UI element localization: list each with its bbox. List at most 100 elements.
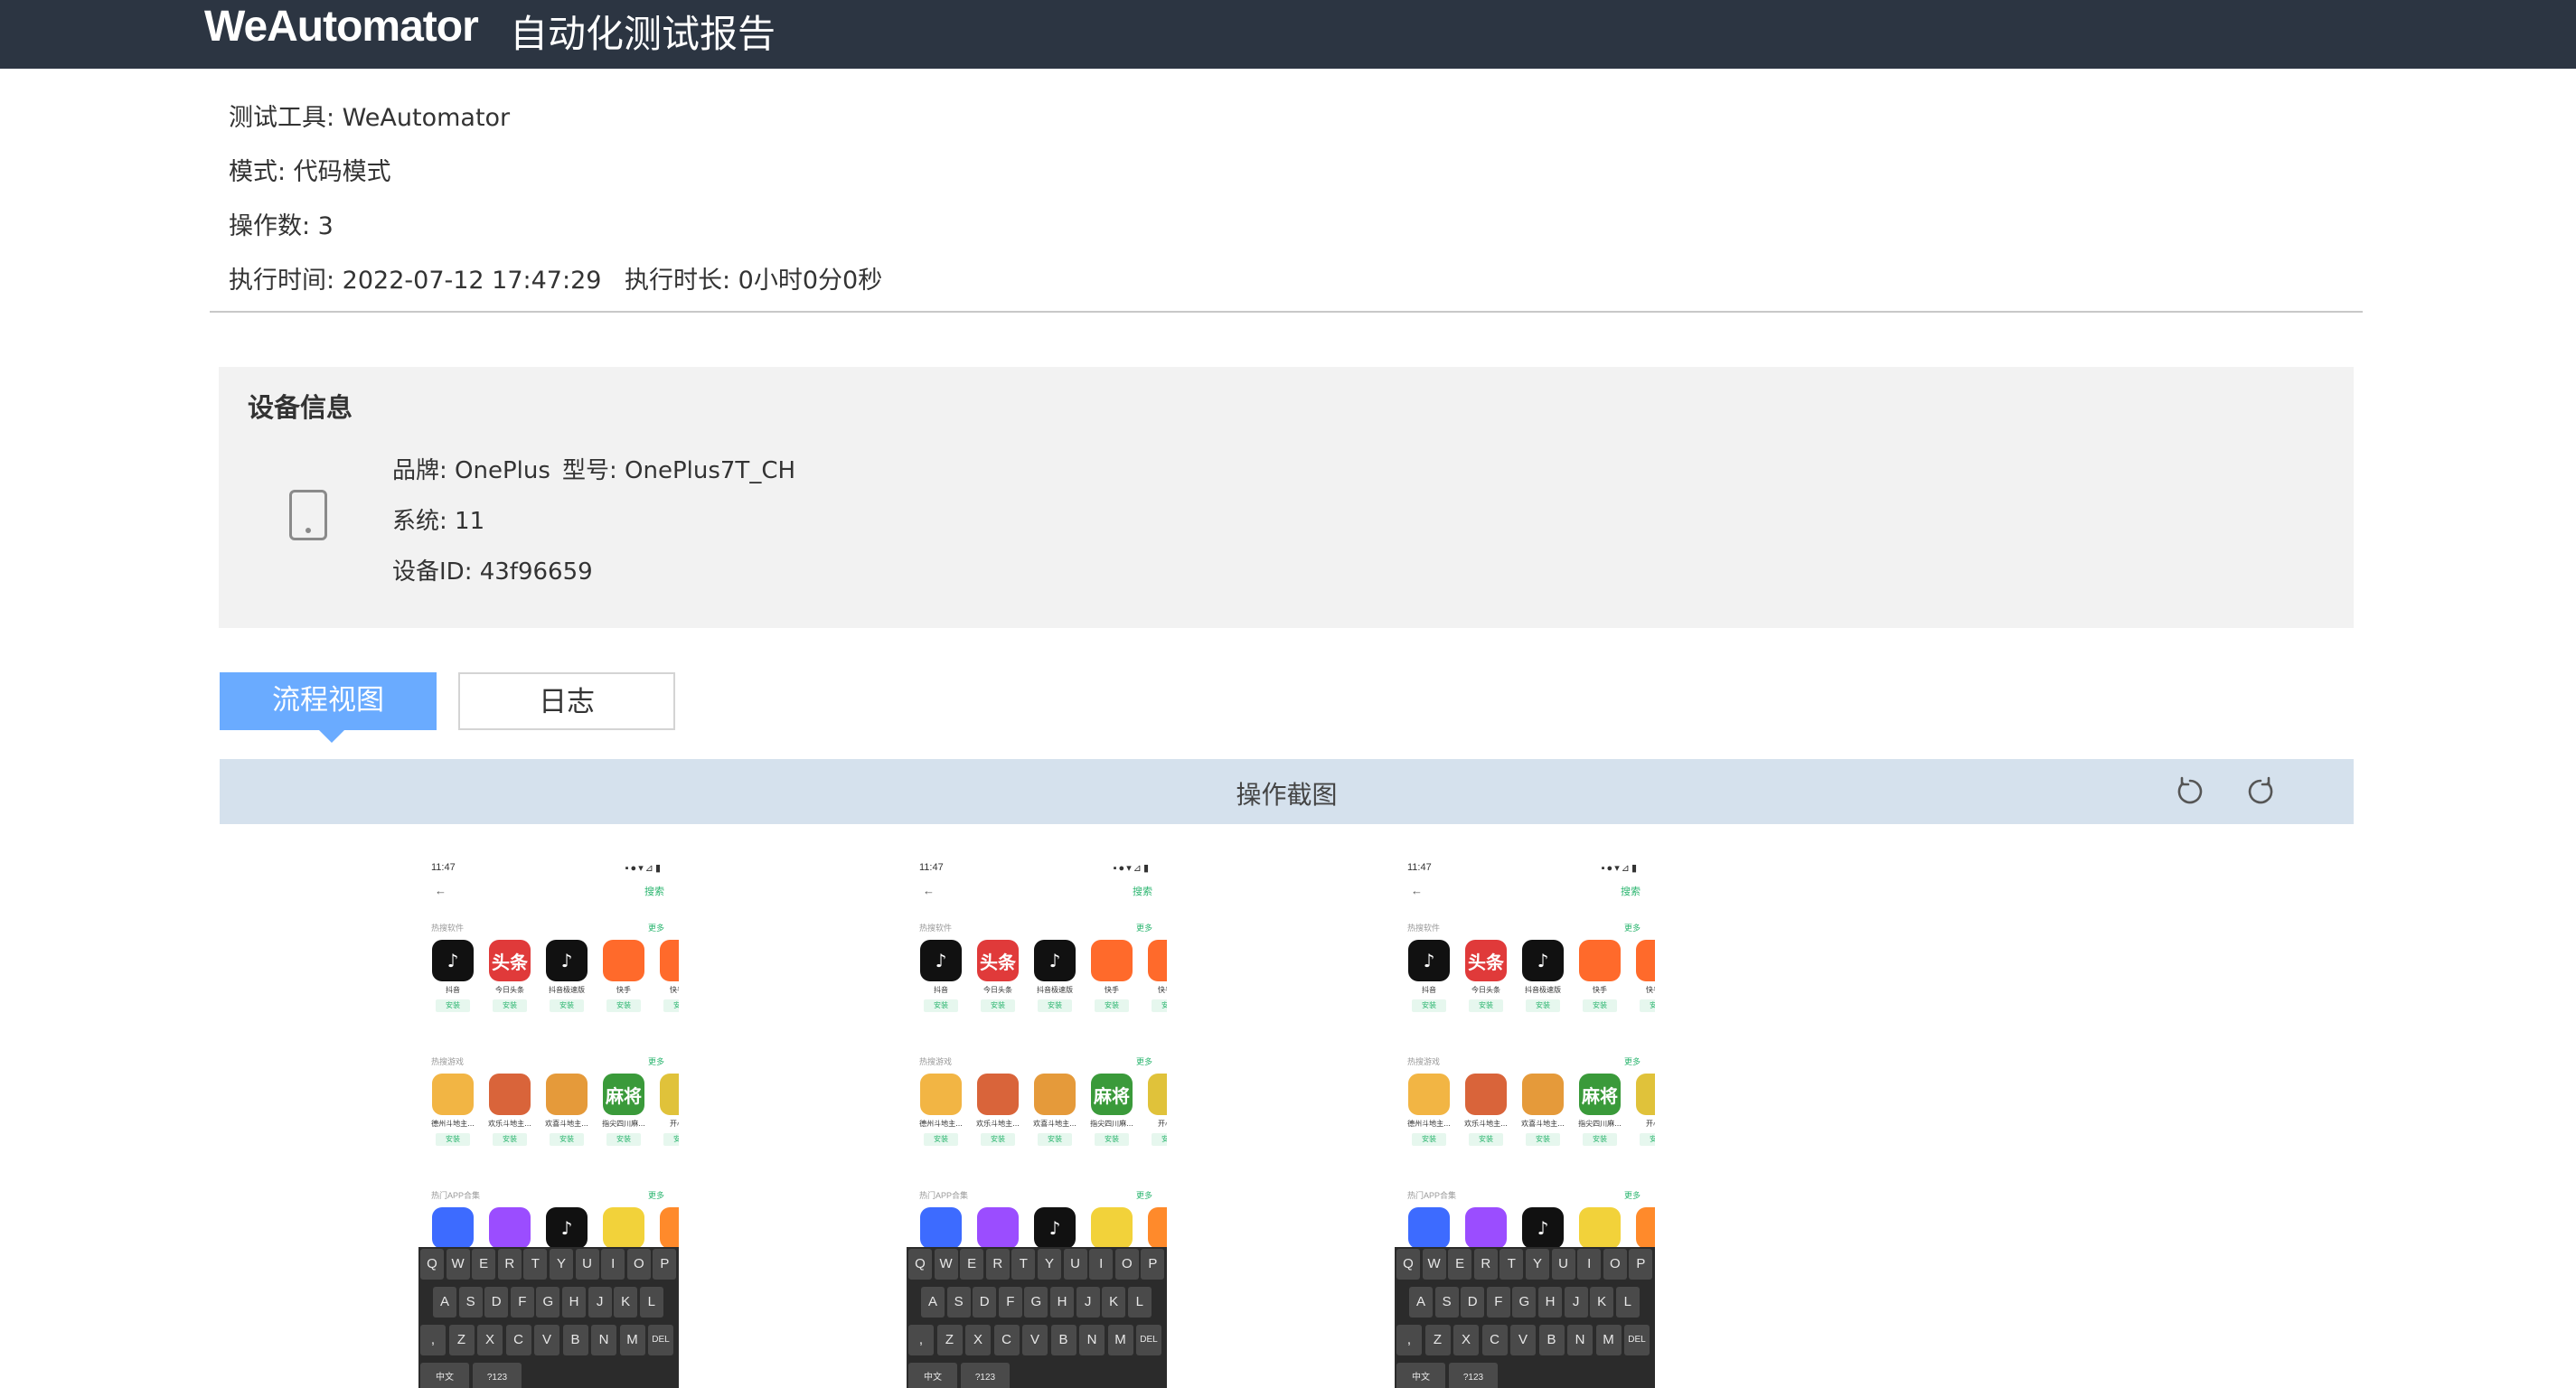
keyboard-row: , Z X C V B N M DEL [907,1323,1167,1359]
phone-more-link: 更多 [1135,1057,1152,1066]
phone-install-button: 安装 [1038,999,1072,1012]
phone-install-button: 安装 [924,1133,958,1146]
phone-app-item: 头条 今日头条 安装 [1462,940,1509,1012]
game-icon [1636,1074,1655,1115]
keyboard-key: E [1448,1249,1472,1280]
app-icon [1579,1207,1621,1249]
app-icon: ♪ [1522,940,1564,981]
phone-section-title: 热搜软件 更多 [1407,924,1641,933]
game-icon: 麻将 [603,1074,644,1115]
brand-title: WeAutomator [204,3,479,51]
keyboard-key: V [1022,1325,1048,1355]
tab-flow-view[interactable]: 流程视图 [220,672,437,743]
phone-more-link: 更多 [1135,1191,1152,1200]
game-icon [920,1074,962,1115]
phone-hot-item [917,1207,964,1249]
rotate-left-icon[interactable] [2174,775,2206,808]
phone-install-button: 安装 [606,1133,641,1146]
keyboard-key: N [1567,1325,1593,1355]
keyboard-key: I [1089,1249,1114,1280]
phone-install-button: 安装 [1038,1133,1072,1146]
phone-install-button: 安装 [1583,999,1617,1012]
back-arrow-icon: ← [1411,884,1423,897]
keyboard-key: Y [550,1249,573,1280]
phone-screenshot[interactable]: 11:47 ▪●▾⊿▮ ← 搜索 热搜软件 更多 热搜游戏 更多 热门APP合集 更多 ♪ 抖音 安装头… [1395,857,1655,1388]
mahjong-icon-text: 麻将 [1582,1084,1618,1107]
phone-section-title: 热门APP合集 更多 [1407,1191,1641,1200]
keyboard-key: C [993,1325,1020,1355]
duration-text: 执行时长: 0小时0分0秒 [625,267,883,295]
keyboard-key: G [1512,1287,1537,1318]
game-icon [489,1074,531,1115]
phone-hot-item [1462,1207,1509,1249]
rotate-right-icon[interactable] [2244,775,2277,808]
keyboard-key: I [601,1249,625,1280]
keyboard-key: W [446,1249,470,1280]
phone-app-item: ♪ 抖音 安装 [917,940,964,1012]
phone-install-button: 安装 [550,1133,584,1146]
phone-app-item: ♪ 抖音 安装 [1406,940,1453,1012]
phone-game-item: 德州斗地主... 安装 [1406,1074,1453,1146]
phone-search-action: 搜索 [1621,886,1641,897]
keyboard-key: S [1434,1287,1459,1318]
phone-hot-item [657,1207,679,1249]
phone-app-item: 快手 安装 [1576,940,1623,1012]
phone-app-item: 头条 今日头条 安装 [486,940,533,1012]
keyboard-key: L [639,1287,663,1318]
keyboard-key: A [1409,1287,1433,1318]
keyboard-key: G [1024,1287,1048,1318]
phone-install-button: 安装 [436,1133,470,1146]
phone-game-item: 欢乐斗地主... 安装 [974,1074,1021,1146]
device-info-title: 设备信息 [248,392,353,423]
phone-hot-item [600,1207,647,1249]
keyboard-key: D [484,1287,509,1318]
tablet-icon [289,490,327,540]
keyboard-key: T [523,1249,548,1280]
tab-log[interactable]: 日志 [458,672,675,730]
keyboard-row: QWERTYUIOP [907,1247,1167,1283]
keyboard-key: F [998,1287,1022,1318]
phone-hot-item [1088,1207,1135,1249]
phone-install-button: 安装 [1640,999,1655,1012]
phone-game-item: 欢乐斗地主... 安装 [486,1074,533,1146]
phone-section-title: 热搜软件 更多 [919,924,1152,933]
app-icon: ♪ [1034,940,1076,981]
keyboard-key: U [1063,1249,1087,1280]
phone-screenshot[interactable]: 11:47 ▪●▾⊿▮ ← 搜索 热搜软件 更多 热搜游戏 更多 热门APP合集 更多 ♪ 抖音 安装头… [907,857,1167,1388]
keyboard-key: T [1011,1249,1036,1280]
phone-app-item: ♪ 抖音极速版 安装 [1519,940,1566,1012]
keyboard-key: M [619,1325,645,1355]
keyboard-key: X [1453,1325,1479,1355]
exec-time-text: 执行时间: 2022-07-12 17:47:29 [229,267,602,295]
device-id: 设备ID: 43f96659 [392,558,593,586]
keyboard-key: ?123 [1449,1363,1498,1388]
phone-more-link: 更多 [647,924,664,933]
game-icon [1408,1074,1450,1115]
keyboard-row: ASDFGHJKL [418,1285,679,1321]
keyboard-key: , [420,1325,446,1355]
keyboard-key: O [1603,1249,1627,1280]
keyboard-key: R [1473,1249,1498,1280]
phone-install-button: 安装 [1152,1133,1167,1146]
toutiao-icon-text: 头条 [980,951,1016,973]
phone-more-link: 更多 [647,1191,664,1200]
phone-install-button: 安装 [436,999,470,1012]
app-icon [432,1207,474,1249]
keyboard-key: S [946,1287,971,1318]
phone-install-button: 安装 [1640,1133,1655,1146]
keyboard-key: X [965,1325,991,1355]
app-icon: ♪ [920,940,962,981]
game-icon [660,1074,679,1115]
phone-game-item: 欢喜斗地主... 安装 [543,1074,590,1146]
phone-screenshot[interactable]: 11:47 ▪●▾⊿▮ ← 搜索 热搜软件 更多 热搜游戏 更多 热门APP合集 更多 ♪ 抖音 安装头… [418,857,679,1388]
keyboard-row: 中文 ?123 [907,1361,1167,1388]
phone-install-button: 安装 [981,999,1015,1012]
keyboard-key: Q [908,1249,932,1280]
status-icons: ▪●▾⊿▮ [1601,863,1639,874]
keyboard-key: Z [448,1325,475,1355]
screenshot-bar: 操作截图 [220,759,2354,824]
phone-game-row: 德州斗地主... 安装 欢乐斗地主... 安装 欢喜斗地主... 安装 麻将 指尖四川麻...… [917,1074,1167,1155]
keyboard-key: 中文 [1396,1363,1445,1388]
game-icon [1148,1074,1167,1115]
top-bar: WeAutomator 自动化测试报告 [0,0,2576,69]
